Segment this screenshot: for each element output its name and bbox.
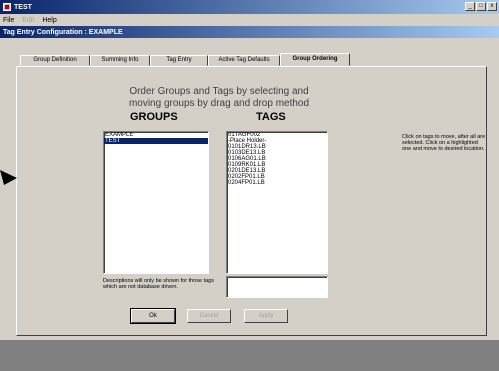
tags-header: TAGS <box>256 111 286 123</box>
apply-button[interactable]: Apply <box>244 309 288 323</box>
description-field[interactable] <box>226 276 328 298</box>
groups-listbox[interactable]: EXAMPLE TEST <box>103 131 209 274</box>
groups-header: GROUPS <box>130 111 178 123</box>
tag-item[interactable]: 0204FP01.LB <box>227 180 327 186</box>
tags-listbox[interactable]: 01TAGF002 -Place Holder- 0101DR13.LB 010… <box>226 131 328 274</box>
tab-tag-entry[interactable]: Tag Entry <box>150 55 208 66</box>
close-button[interactable]: x <box>487 2 497 11</box>
menu-edit[interactable]: Edit <box>22 17 34 24</box>
app-titlebar: TEST _ □ x <box>0 0 499 14</box>
ok-button[interactable]: Ok <box>130 308 176 324</box>
window-controls: _ □ x <box>465 2 497 11</box>
config-window-title: Tag Entry Configuration : EXAMPLE <box>3 28 123 36</box>
drag-hint-text: Click on tags to move, after all are sel… <box>402 134 486 152</box>
instruction-text: Order Groups and Tags by selecting and m… <box>104 86 334 110</box>
tab-group-definition[interactable]: Group Definition <box>20 55 90 66</box>
app-title: TEST <box>14 3 32 11</box>
group-item-selected[interactable]: TEST <box>104 138 208 144</box>
tab-active-tag-defaults[interactable]: Active Tag Defaults <box>208 55 280 66</box>
menu-file[interactable]: File <box>3 17 14 24</box>
maximize-button[interactable]: □ <box>476 2 486 11</box>
pointer-arrow-icon <box>0 170 17 185</box>
mdi-background <box>0 340 499 371</box>
instruction-line-1: Order Groups and Tags by selecting and <box>129 86 309 97</box>
cancel-button[interactable]: Cancel <box>187 309 231 323</box>
description-note: Descriptions will only be shown for thos… <box>103 278 214 290</box>
minimize-button[interactable]: _ <box>465 2 475 11</box>
tab-strip: Group Definition Summing Info Tag Entry … <box>20 53 350 66</box>
app-icon[interactable] <box>3 3 11 11</box>
tab-summing-info[interactable]: Summing Info <box>90 55 150 66</box>
menu-bar: File Edit Help <box>0 14 499 26</box>
tab-group-ordering[interactable]: Group Ordering <box>280 53 350 66</box>
instruction-line-2: moving groups by drag and drop method <box>128 98 310 109</box>
menu-help[interactable]: Help <box>42 17 56 24</box>
config-window-titlebar: Tag Entry Configuration : EXAMPLE <box>0 26 499 38</box>
